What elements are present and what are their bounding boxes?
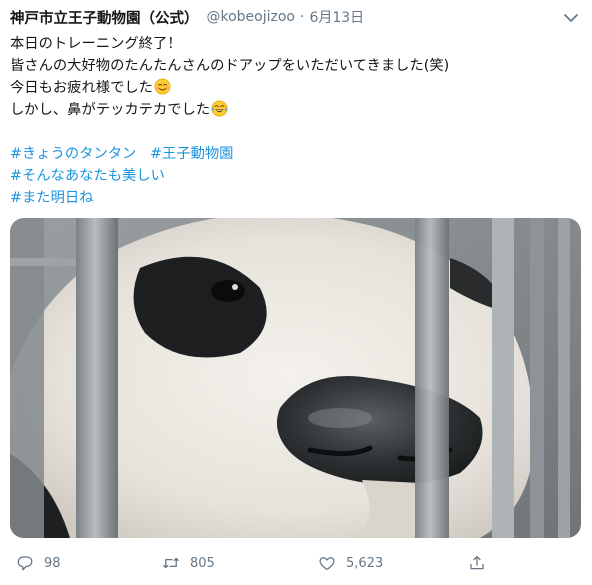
hashtag-row: #また明日ね (10, 187, 580, 209)
tweet-actions: 98 805 5,623 (0, 548, 592, 576)
author-display-name[interactable]: 神戸市立王子動物園（公式） (10, 7, 199, 28)
hashtag-link[interactable]: #また明日ね (10, 190, 93, 206)
retweet-count: 805 (190, 555, 215, 571)
tweet-line: 皆さんの大好物のたんたんさんのドアップをいただいてきました(笑) (10, 58, 450, 74)
retweet-icon (163, 557, 179, 569)
tweet-line: 本日のトレーニング終了！ (10, 36, 182, 52)
tweet-line: しかし、鼻がテッカテカでした (10, 99, 580, 121)
tweet-line: 今日もお疲れ様でした (10, 77, 580, 99)
tweet[interactable]: 神戸市立王子動物園（公式） @kobeojizoo · 6月13日 本日のトレー… (0, 0, 592, 585)
hashtag-row: #きょうのタンタン #王子動物園 (10, 143, 580, 165)
share-button[interactable] (468, 552, 496, 574)
tweet-photo[interactable] (10, 218, 581, 538)
hashtag-link[interactable]: #王子動物園 (150, 146, 233, 162)
hashtag-link[interactable]: #そんなあなたも美しい (10, 168, 165, 184)
like-button[interactable]: 5,623 (318, 552, 383, 574)
like-count: 5,623 (346, 555, 384, 571)
tweet-header: 神戸市立王子動物園（公式） @kobeojizoo · 6月13日 (10, 6, 550, 28)
hashtag-row: #そんなあなたも美しい (10, 165, 580, 187)
hashtag-link[interactable]: #きょうのタンタン (10, 146, 136, 162)
reply-button[interactable]: 98 (16, 552, 61, 574)
smiling-face-emoji-icon (154, 78, 171, 95)
author-handle[interactable]: @kobeojizoo (207, 9, 296, 25)
share-icon (470, 555, 484, 570)
tears-of-joy-emoji-icon (211, 100, 228, 117)
separator-dot: · (300, 9, 305, 25)
chevron-down-icon[interactable] (562, 10, 580, 24)
reply-count: 98 (44, 555, 61, 571)
retweet-button[interactable]: 805 (162, 552, 215, 574)
tweet-text: 本日のトレーニング終了！ 皆さんの大好物のたんたんさんのドアップをいただいてきま… (10, 33, 580, 209)
tweet-date[interactable]: 6月13日 (309, 7, 364, 27)
heart-icon (319, 557, 335, 571)
reply-icon (17, 556, 33, 571)
